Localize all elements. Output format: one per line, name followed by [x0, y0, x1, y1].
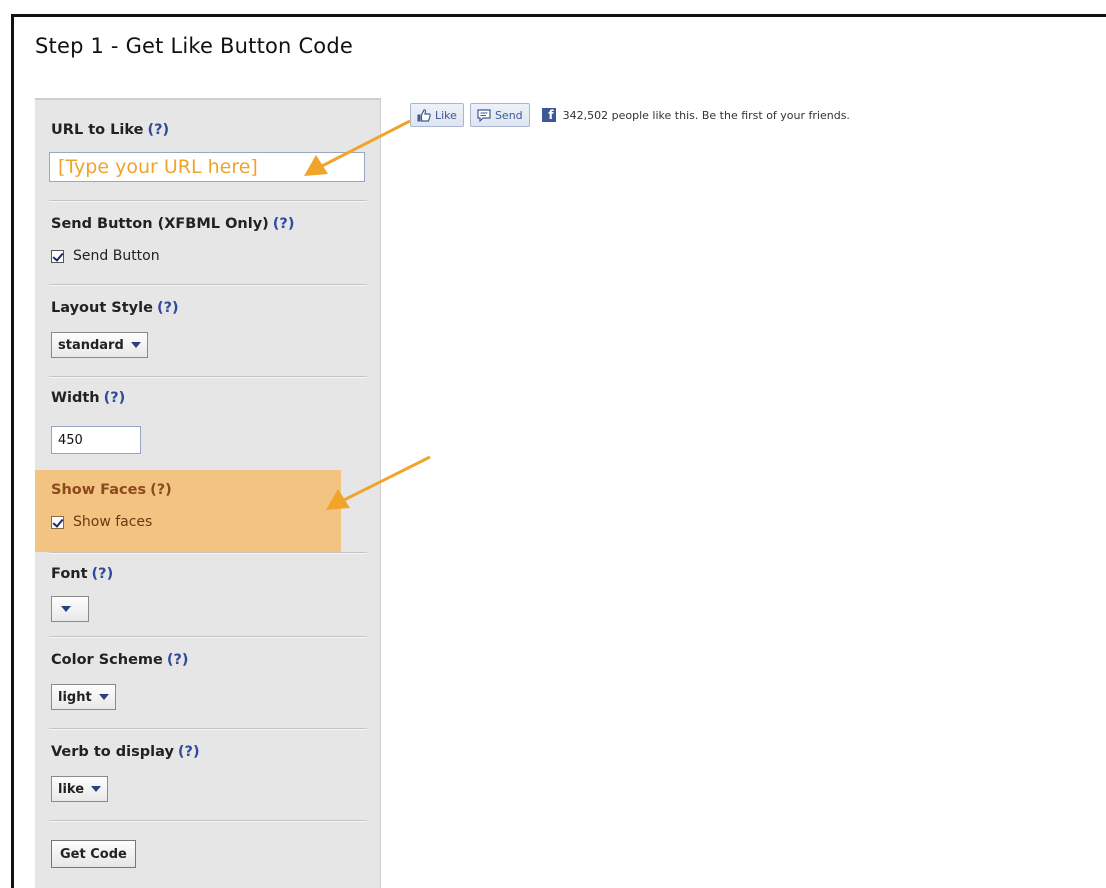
send-label: Send Button (XFBML Only) (?): [51, 216, 294, 232]
color-scheme-label-text: Color Scheme: [51, 652, 163, 668]
help-link[interactable]: (?): [178, 744, 200, 760]
chevron-down-icon: [91, 786, 102, 792]
color-scheme-select[interactable]: light: [51, 684, 116, 710]
show-faces-checkbox-label: Show faces: [73, 514, 153, 530]
layout-label: Layout Style (?): [51, 300, 179, 316]
speech-bubble-icon: [477, 108, 491, 122]
font-label-text: Font: [51, 566, 88, 582]
facebook-logo-icon: f: [541, 108, 556, 122]
show-faces-label-text: Show Faces: [51, 482, 147, 498]
layout-select[interactable]: standard: [51, 332, 148, 358]
divider: [49, 200, 367, 202]
url-input[interactable]: [49, 152, 365, 182]
send-checkbox[interactable]: [51, 249, 64, 263]
chevron-down-icon: [130, 342, 141, 348]
font-label: Font (?): [51, 566, 113, 582]
thumbs-up-icon: [417, 108, 431, 122]
show-faces-label: Show Faces (?): [51, 482, 172, 498]
verb-select[interactable]: like: [51, 776, 109, 802]
divider: [49, 284, 367, 286]
send-button[interactable]: Send: [469, 103, 530, 127]
width-label: Width (?): [51, 390, 125, 406]
width-input[interactable]: [51, 426, 141, 454]
like-button[interactable]: Like: [410, 103, 464, 127]
color-scheme-select-value: light: [58, 689, 92, 705]
help-link[interactable]: (?): [92, 566, 114, 582]
verb-label: Verb to display (?): [51, 744, 200, 760]
help-link[interactable]: (?): [150, 482, 172, 498]
divider: [49, 636, 367, 638]
divider: [49, 376, 367, 378]
verb-select-value: like: [58, 781, 85, 797]
show-faces-section: Show Faces (?) Show faces: [35, 470, 341, 552]
divider: [49, 820, 367, 822]
help-link[interactable]: (?): [157, 300, 179, 316]
chevron-down-icon: [61, 606, 71, 612]
divider: [49, 728, 367, 730]
send-checkbox-label: Send Button: [73, 248, 160, 264]
help-link[interactable]: (?): [104, 390, 126, 406]
send-label-text: Send Button (XFBML Only): [51, 216, 269, 232]
font-select[interactable]: [51, 596, 89, 622]
help-link[interactable]: (?): [273, 216, 295, 232]
width-label-text: Width: [51, 390, 100, 406]
show-faces-checkbox[interactable]: [51, 515, 64, 529]
like-button-preview: Like Send f 342,502 people like this. Be…: [410, 103, 850, 127]
show-faces-checkbox-row[interactable]: Show faces: [51, 514, 152, 530]
social-context-text: 342,502 people like this. Be the first o…: [562, 108, 850, 122]
url-label: URL to Like (?): [51, 122, 169, 138]
divider: [49, 552, 367, 554]
send-button-label: Send: [494, 108, 523, 122]
layout-label-text: Layout Style: [51, 300, 153, 316]
verb-label-text: Verb to display: [51, 744, 174, 760]
help-link[interactable]: (?): [147, 122, 169, 138]
page-title: Step 1 - Get Like Button Code: [35, 34, 354, 58]
settings-panel: URL to Like(?) Send Button (XFBML Only)(…: [35, 98, 381, 888]
get-code-button[interactable]: Get Code: [51, 840, 136, 868]
help-link[interactable]: (?): [167, 652, 189, 668]
url-label-text: URL to Like: [51, 122, 144, 138]
layout-select-value: standard: [58, 337, 124, 353]
like-button-label: Like: [435, 108, 457, 122]
send-checkbox-row[interactable]: Send Button: [51, 248, 160, 264]
color-scheme-label: Color Scheme (?): [51, 652, 189, 668]
chevron-down-icon: [98, 694, 109, 700]
